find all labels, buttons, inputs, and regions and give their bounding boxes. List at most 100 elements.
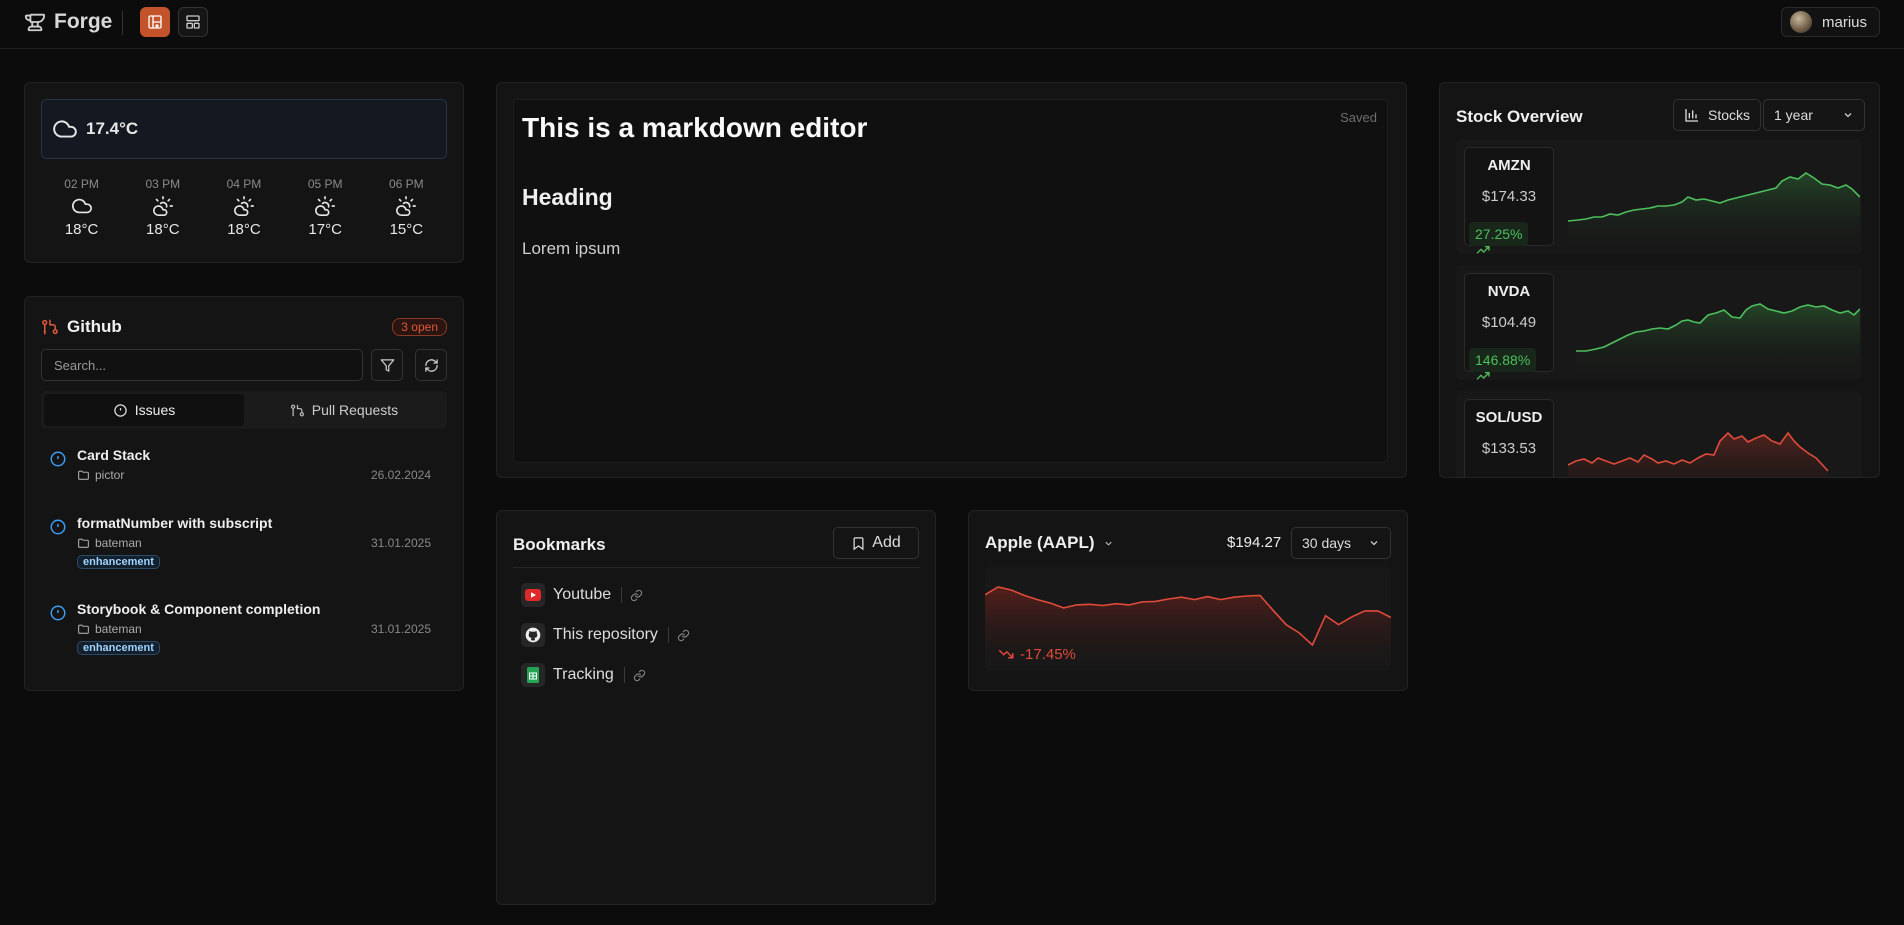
git-pull-request-icon [42,319,58,335]
stock-item-sol[interactable]: SOL/USD $133.53 [1456,391,1862,477]
filter-icon [380,358,394,372]
weather-current: 17.4°C [41,99,447,159]
separator [667,627,669,643]
tab-label: Issues [134,402,176,418]
trending-up-icon [1476,372,1490,380]
hour-temp: 17°C [308,221,342,238]
apple-stock-widget: Apple (AAPL) $194.27 30 days -17.45% [968,510,1408,691]
chart-icon [1685,109,1698,122]
issue-title: Card Stack [77,447,151,463]
stock-item-amzn[interactable]: AMZN $174.33 27.25% [1456,139,1862,254]
apple-range-select[interactable]: 30 days [1291,527,1391,559]
link-icon[interactable] [677,629,690,642]
stock-info: NVDA $104.49 146.88% [1464,273,1554,380]
bookmark-icon [853,536,864,550]
bookmark-name: Youtube [553,586,612,603]
repo-name: pictor [95,468,125,482]
top-bar: Forge marius [0,0,1904,49]
user-menu[interactable]: marius [1780,7,1880,37]
save-status: Saved [1340,110,1377,125]
stock-sparkline [1568,431,1829,477]
hour-time: 02 PM [64,177,99,191]
avatar [1789,11,1812,33]
stock-symbol: AMZN [1487,157,1531,174]
cloud-icon [71,198,92,214]
bookmarks-widget: Bookmarks Add Youtube This repository Tr… [496,510,936,905]
stock-change: 146.88% [1469,348,1537,380]
stock-change-value: 27.25% [1475,226,1523,242]
github-widget: Github 3 open Search... Issues Pull Requ… [24,296,464,691]
hour-time: 04 PM [226,177,262,191]
anvil-icon [24,13,46,32]
trending-up-icon [1476,246,1490,254]
alert-circle-icon [50,605,66,621]
layout-icon [186,15,200,29]
add-label: Add [872,534,901,551]
hour-temp: 15°C [389,221,424,238]
stock-range-select[interactable]: 1 year [1763,99,1865,131]
stock-price: $133.53 [1481,440,1537,457]
separator [623,667,625,683]
chevron-down-icon [1104,541,1112,546]
stock-change-value: 146.88% [1475,352,1531,368]
alert-circle-icon [114,403,127,417]
cloud-icon [53,120,77,138]
github-title: Github [67,317,122,336]
editor-heading-2: Heading [522,184,613,210]
forecast-hour: 05 PM 17°C [295,177,355,238]
stock-sparkline [1576,303,1860,380]
issue-title: Storybook & Component completion [77,601,321,617]
forecast-hour: 03 PM 18°C [133,177,193,238]
alert-circle-icon [50,519,66,535]
issue-date: 26.02.2024 [370,468,431,482]
apple-chart: -17.45% [985,567,1391,671]
stock-info: SOL/USD $133.53 [1464,399,1554,477]
refresh-button[interactable] [415,349,447,381]
bookmark-tracking[interactable]: Tracking [521,663,646,687]
current-temperature: 17.4°C [86,119,139,138]
issue-repo: bateman [77,622,142,636]
issue-label: enhancement [77,555,160,569]
filter-button[interactable] [371,349,403,381]
markdown-editor[interactable]: This is a markdown editor Heading Lorem … [513,99,1388,463]
layout-button[interactable] [178,7,208,37]
hour-temp: 18°C [227,221,261,238]
bookmark-name: This repository [553,626,658,643]
git-pull-request-icon [290,404,304,416]
issue-title: formatNumber with subscript [77,515,273,531]
link-icon[interactable] [633,669,646,682]
alert-circle-icon [50,451,66,467]
bookmark-this-repository[interactable]: This repository [521,623,690,647]
repo-name: bateman [95,622,142,636]
dashboard-add-button[interactable] [140,7,170,37]
hour-temp: 18°C [146,221,180,238]
issue-label: enhancement [77,641,160,655]
link-icon[interactable] [630,589,643,602]
bookmark-youtube[interactable]: Youtube [521,583,643,607]
chevron-down-icon [1844,113,1852,118]
stocks-type-button[interactable]: Stocks [1673,99,1762,131]
app-name: Forge [54,10,113,33]
forecast-hour: 02 PM 18°C [52,177,112,238]
stock-selector[interactable]: Apple (AAPL) [985,533,1114,553]
add-bookmark-button[interactable]: Add [833,527,919,559]
stock-change: 27.25% [1469,222,1529,254]
hour-time: 05 PM [307,177,343,191]
layout-plus-icon [148,15,162,29]
folder-icon [78,624,89,634]
github-header: Github [41,317,122,337]
stock-sparkline [1568,172,1860,254]
cloud-sun-icon [396,196,417,216]
youtube-icon [521,583,545,607]
stock-item-nvda[interactable]: NVDA $104.49 146.88% [1456,265,1862,380]
cloud-sun-icon [233,196,254,216]
tab-issues[interactable]: Issues [44,394,244,426]
stock-overview-widget: Stock Overview Stocks 1 year AMZN $174.3… [1439,82,1880,478]
chevron-down-icon [1370,541,1378,546]
stock-change: -17.45% [997,645,1076,663]
hour-time: 06 PM [389,177,424,191]
issue-repo: bateman [77,536,142,550]
brand[interactable]: Forge [24,10,112,34]
tab-pull-requests[interactable]: Pull Requests [244,394,444,426]
github-search-input[interactable]: Search... [41,349,363,381]
